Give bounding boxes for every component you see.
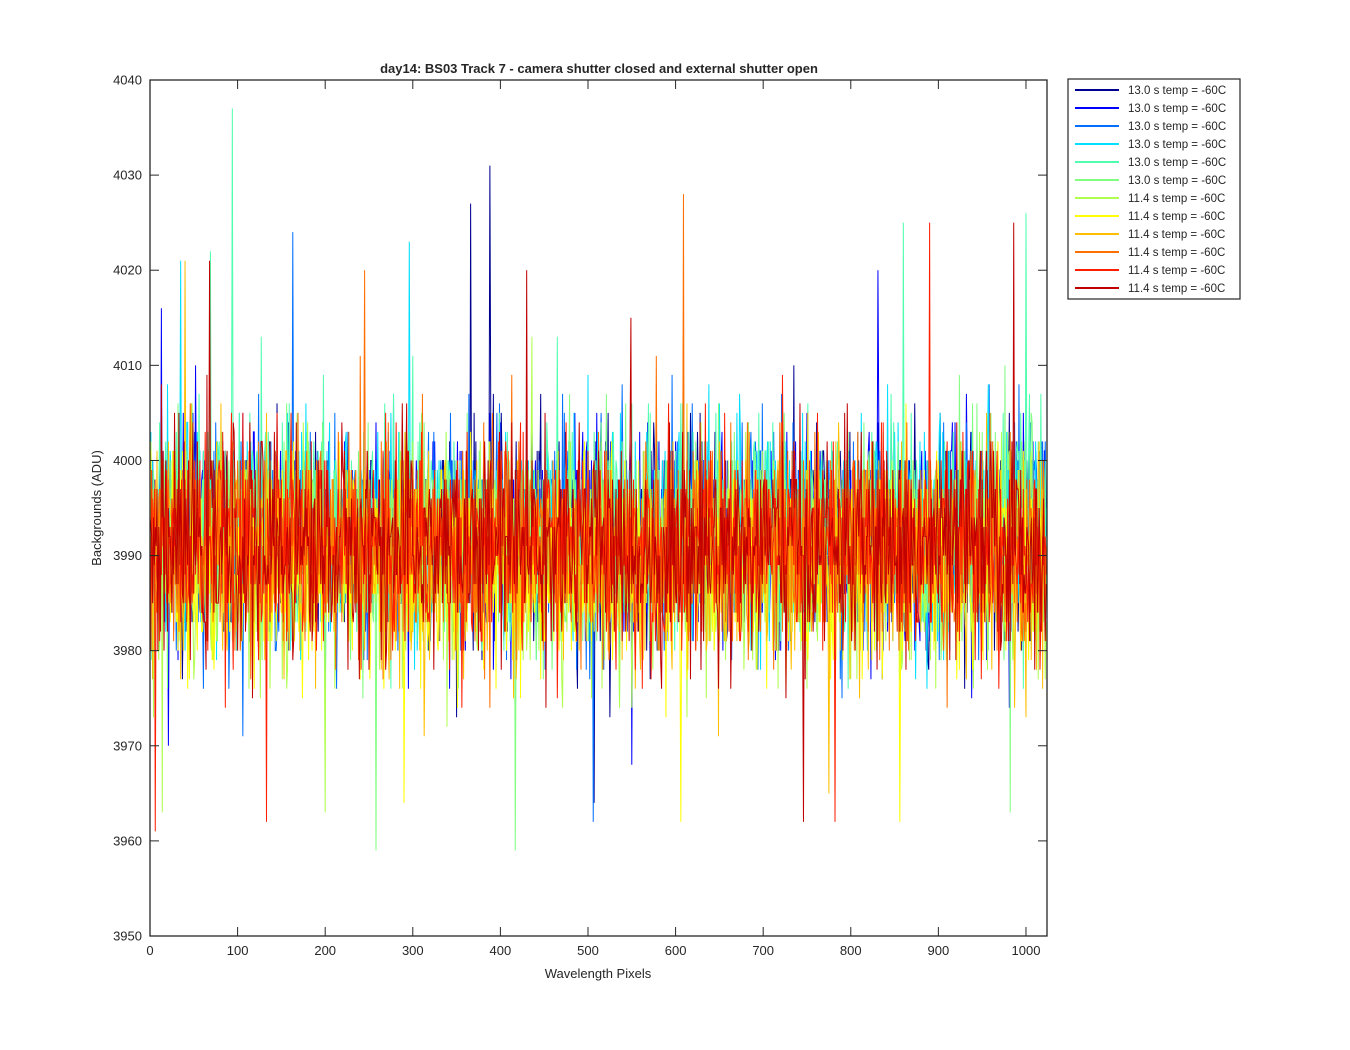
legend-label: 11.4 s temp = -60C: [1128, 193, 1225, 205]
y-tick-label: 4010: [113, 358, 142, 373]
x-tick-label: 300: [402, 943, 424, 958]
x-tick-label: 100: [227, 943, 249, 958]
legend-label: 13.0 s temp = -60C: [1128, 175, 1226, 187]
y-tick-label: 4040: [113, 73, 142, 88]
chart-title: day14: BS03 Track 7 - camera shutter clo…: [380, 61, 818, 76]
y-axis-label: Backgrounds (ADU): [89, 450, 104, 566]
x-tick-label: 500: [577, 943, 599, 958]
x-tick-label: 900: [928, 943, 950, 958]
x-tick-label: 0: [146, 943, 153, 958]
y-tick-label: 3960: [113, 833, 142, 848]
legend-label: 11.4 s temp = -60C: [1128, 211, 1225, 223]
y-tick-label: 3950: [113, 929, 142, 944]
y-tick-label: 3970: [113, 738, 142, 753]
x-axis-label: Wavelength Pixels: [545, 966, 652, 981]
x-tick-label: 600: [665, 943, 687, 958]
legend-label: 13.0 s temp = -60C: [1128, 139, 1226, 151]
legend-label: 11.4 s temp = -60C: [1128, 247, 1225, 259]
y-tick-label: 3980: [113, 643, 142, 658]
x-tick-label: 1000: [1012, 943, 1041, 958]
x-tick-label: 200: [314, 943, 336, 958]
legend-label: 13.0 s temp = -60C: [1128, 157, 1226, 169]
legend-label: 11.4 s temp = -60C: [1128, 229, 1225, 241]
y-tick-label: 4000: [113, 453, 142, 468]
x-tick-label: 800: [840, 943, 862, 958]
legend[interactable]: 13.0 s temp = -60C 13.0 s temp = -60C 13.0…: [1067, 78, 1241, 300]
y-tick-label: 3990: [113, 548, 142, 563]
legend-label: 13.0 s temp = -60C: [1128, 103, 1226, 115]
y-tick-label: 4020: [113, 263, 142, 278]
x-tick-label: 400: [490, 943, 512, 958]
chart-figure: day14: BS03 Track 7 - camera shutter clo…: [0, 0, 1350, 1050]
legend-label: 11.4 s temp = -60C: [1128, 265, 1225, 277]
legend-label: 11.4 s temp = -60C: [1128, 283, 1225, 295]
legend-label: 13.0 s temp = -60C: [1128, 85, 1226, 97]
legend-label: 13.0 s temp = -60C: [1128, 121, 1226, 133]
x-tick-label: 700: [752, 943, 774, 958]
y-tick-label: 4030: [113, 168, 142, 183]
